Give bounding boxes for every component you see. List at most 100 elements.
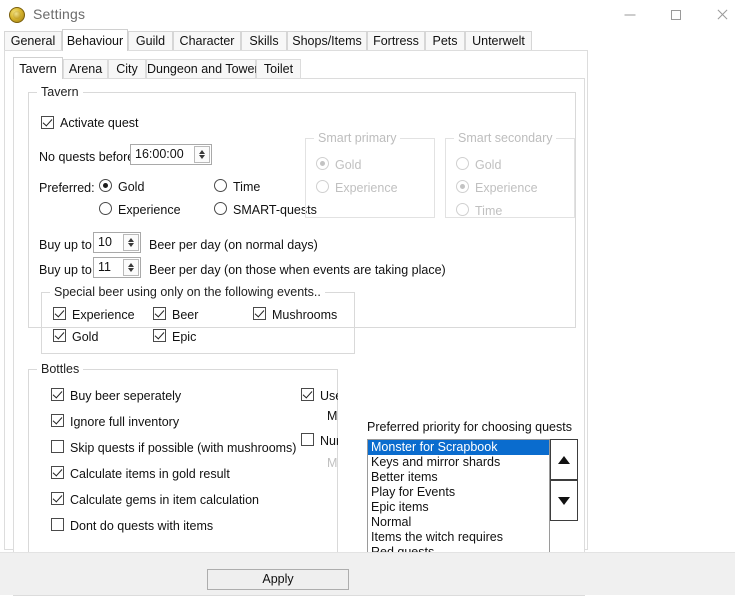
smart-primary-experience-label: Experience xyxy=(335,181,398,195)
calculate-items-in-gold-result-label: Calculate items in gold result xyxy=(70,467,230,481)
smart-primary-experience-radio[interactable] xyxy=(316,180,329,193)
close-icon xyxy=(716,9,728,21)
smart-secondary-label: Smart secondary xyxy=(454,131,557,145)
buy-events-suffix: Beer per day (on those when events are t… xyxy=(149,263,446,277)
buy-beer-seperately-checkbox[interactable] xyxy=(51,388,64,401)
window-title: Settings xyxy=(33,6,86,22)
calculate-gems-in-item-calculation-label: Calculate gems in item calculation xyxy=(70,493,259,507)
skip-quests-if-possible-checkbox[interactable] xyxy=(51,440,64,453)
tab-pets[interactable]: Pets xyxy=(425,31,465,51)
minimize-icon xyxy=(624,14,636,16)
dont-do-quests-with-items-checkbox[interactable] xyxy=(51,518,64,531)
preferred-gold-label: Gold xyxy=(118,180,145,194)
move-down-button[interactable] xyxy=(550,480,578,521)
preferred-smart-quests-radio[interactable] xyxy=(214,202,227,215)
list-item[interactable]: Keys and mirror shards xyxy=(368,455,549,470)
special-beer-beer-label: Beer xyxy=(172,308,199,322)
preferred-gold-radio[interactable] xyxy=(99,179,112,192)
buy-normal-value: 10 xyxy=(98,235,112,249)
smart-primary-gold-radio[interactable] xyxy=(316,157,329,170)
behaviour-tab-strip: Tavern Arena City Dungeon and Tower Toil… xyxy=(13,57,585,79)
special-beer-mushrooms-checkbox[interactable] xyxy=(253,307,266,320)
special-beer-epic-checkbox[interactable] xyxy=(153,329,166,342)
tavern-group: Tavern Activate quest No quests before 1… xyxy=(28,85,576,354)
subtab-toilet[interactable]: Toilet xyxy=(256,59,301,79)
nur-e-label: Nur e xyxy=(320,434,338,448)
no-quests-before-stepper[interactable] xyxy=(194,146,210,163)
bottles-group-label: Bottles xyxy=(37,362,84,376)
special-beer-gold-checkbox[interactable] xyxy=(53,329,66,342)
preferred-experience-radio[interactable] xyxy=(99,202,112,215)
use-c-checkbox[interactable] xyxy=(301,388,314,401)
no-quests-before-value: 16:00:00 xyxy=(135,147,184,161)
priority-title: Preferred priority for choosing quests xyxy=(367,420,572,434)
activate-quest-label: Activate quest xyxy=(60,116,139,130)
special-beer-epic-label: Epic xyxy=(172,330,197,344)
tab-behaviour[interactable]: Behaviour xyxy=(62,29,128,51)
buy-normal-prefix: Buy up to xyxy=(39,238,92,252)
list-item[interactable]: Play for Events xyxy=(368,485,549,500)
activate-quest-checkbox[interactable] xyxy=(41,116,54,129)
move-up-button[interactable] xyxy=(550,439,578,480)
tavern-panel: Tavern Activate quest No quests before 1… xyxy=(13,78,585,596)
ignore-full-inventory-label: Ignore full inventory xyxy=(70,415,180,429)
subtab-tavern[interactable]: Tavern xyxy=(13,57,63,79)
smart-secondary-experience-radio[interactable] xyxy=(456,180,469,193)
special-beer-experience-label: Experience xyxy=(72,308,135,322)
maximize-button[interactable] xyxy=(653,0,699,30)
nur-e-checkbox[interactable] xyxy=(301,433,314,446)
buy-events-value: 11 xyxy=(98,260,111,274)
priority-listbox[interactable]: Monster for Scrapbook Keys and mirror sh… xyxy=(367,439,550,561)
special-beer-experience-checkbox[interactable] xyxy=(53,307,66,320)
tab-character[interactable]: Character xyxy=(173,31,241,51)
buy-normal-suffix: Beer per day (on normal days) xyxy=(149,238,318,252)
subtab-city[interactable]: City xyxy=(108,59,146,79)
dont-do-quests-with-items-label: Dont do quests with items xyxy=(70,519,214,533)
list-item[interactable]: Items the witch requires xyxy=(368,530,549,545)
behaviour-panel: Tavern Arena City Dungeon and Tower Toil… xyxy=(4,50,588,596)
special-beer-mushrooms-label: Mushrooms xyxy=(272,308,338,322)
tab-shops-items[interactable]: Shops/Items xyxy=(287,31,367,51)
tab-fortress[interactable]: Fortress xyxy=(367,31,425,51)
settings-window: Settings General Behaviour Guild Charact… xyxy=(0,0,735,596)
calculate-items-in-gold-result-checkbox[interactable] xyxy=(51,466,64,479)
app-coin-icon xyxy=(9,7,25,23)
close-button[interactable] xyxy=(699,0,735,30)
arrow-up-icon xyxy=(558,455,570,464)
smart-primary-group: Smart primary Gold Experience xyxy=(305,131,435,218)
buy-normal-stepper[interactable] xyxy=(123,234,139,251)
ignore-full-inventory-checkbox[interactable] xyxy=(51,414,64,427)
minimize-button[interactable] xyxy=(607,0,653,30)
subtab-dungeon-and-tower[interactable]: Dungeon and Tower xyxy=(146,59,259,79)
maximize-icon xyxy=(671,10,681,20)
calculate-gems-in-item-calculation-checkbox[interactable] xyxy=(51,492,64,505)
smart-secondary-group: Smart secondary Gold Experience Time xyxy=(445,131,575,218)
list-item[interactable]: Monster for Scrapbook xyxy=(368,440,549,455)
buy-events-spinner[interactable]: 11 xyxy=(93,257,141,278)
buy-beer-seperately-label: Buy beer seperately xyxy=(70,389,182,403)
subtab-arena[interactable]: Arena xyxy=(63,59,108,79)
special-beer-beer-checkbox[interactable] xyxy=(153,307,166,320)
main-tab-strip: General Behaviour Guild Character Skills… xyxy=(4,29,588,51)
smart-secondary-gold-label: Gold xyxy=(475,158,502,172)
tab-general[interactable]: General xyxy=(4,31,62,51)
buy-normal-spinner[interactable]: 10 xyxy=(93,232,141,253)
smart-secondary-time-label: Time xyxy=(475,204,503,218)
preferred-label: Preferred: xyxy=(39,181,95,195)
special-beer-gold-label: Gold xyxy=(72,330,99,344)
skip-quests-if-possible-label: Skip quests if possible (with mushrooms) xyxy=(70,441,297,455)
arrow-down-icon xyxy=(558,496,570,505)
tab-unterwelt[interactable]: Unterwelt xyxy=(465,31,532,51)
smart-secondary-gold-radio[interactable] xyxy=(456,157,469,170)
list-item[interactable]: Normal xyxy=(368,515,549,530)
tab-guild[interactable]: Guild xyxy=(128,31,173,51)
list-item[interactable]: Epic items xyxy=(368,500,549,515)
no-quests-before-time-spinner[interactable]: 16:00:00 xyxy=(130,144,212,165)
list-item[interactable]: Better items xyxy=(368,470,549,485)
apply-button[interactable]: Apply xyxy=(207,569,349,590)
buy-events-stepper[interactable] xyxy=(123,259,139,276)
tab-skills[interactable]: Skills xyxy=(241,31,287,51)
preferred-time-radio[interactable] xyxy=(214,179,227,192)
special-beer-group-label: Special beer using only on the following… xyxy=(50,285,325,299)
smart-secondary-time-radio[interactable] xyxy=(456,203,469,216)
